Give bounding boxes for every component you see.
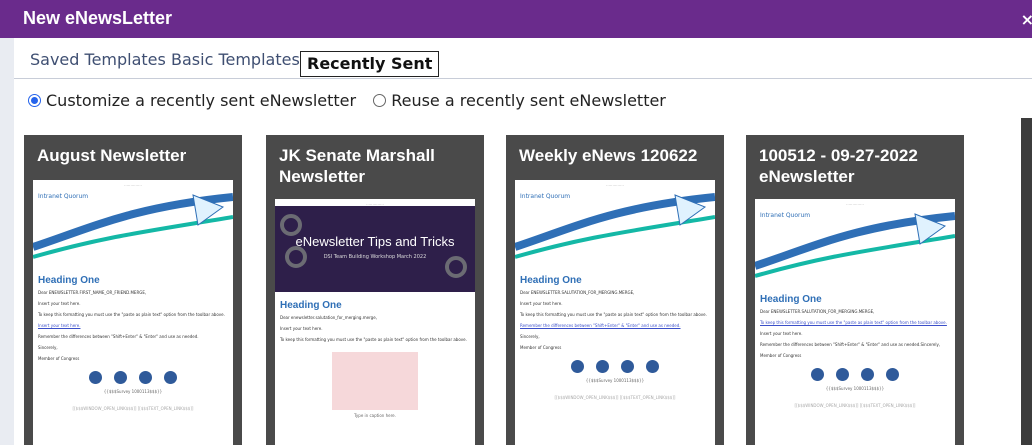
preview-line: Remember the differences between "Shift+… [38, 334, 199, 339]
tips-banner: eNewsletter Tips and Tricks DSI Team Bui… [275, 206, 475, 292]
newsletter-card[interactable]: JK Senate Marshall Newsletter ..........… [266, 135, 484, 445]
preview-link: To keep this formatting you must use the… [760, 320, 947, 325]
survey-token: {{$$$Survey 1000113$$$}} [585, 378, 645, 383]
newsletter-preview: .............. Intranet Quorum Heading O… [755, 199, 955, 445]
newsletter-preview: .............. Intranet Quorum Heading O… [515, 180, 715, 445]
preview-line: To keep this formatting you must use the… [38, 312, 225, 317]
preview-line: Sincerely, [520, 334, 540, 339]
preview-link: Insert your text here. [38, 323, 81, 328]
newsletter-preview: .............. Intranet Quorum Heading O… [33, 180, 233, 445]
preview-line: To keep this formatting you must use the… [280, 337, 467, 342]
preview-line: Insert your text here. [520, 301, 563, 306]
gear-icon [280, 214, 302, 236]
mode-options: Customize a recently sent eNewsletter Re… [28, 91, 678, 115]
youtube-icon [164, 371, 177, 384]
newsletter-card[interactable]: August Newsletter .............. Intrane… [24, 135, 242, 445]
social-icons [33, 371, 233, 384]
instagram-icon [139, 371, 152, 384]
card-title: JK Senate Marshall Newsletter [279, 146, 435, 186]
preview-link: Remember the differences between "Shift+… [520, 323, 681, 328]
reuse-option[interactable]: Reuse a recently sent eNewsletter [373, 91, 666, 110]
facebook-icon [89, 371, 102, 384]
preview-line: To keep this formatting you must use the… [520, 312, 707, 317]
intranet-quorum-banner: Intranet Quorum [755, 206, 955, 286]
preview-line: Dear ENEWSLETTER.FIRST_NAME_OR_FRIEND.ME… [38, 290, 147, 295]
link-tokens: [[$$$WINDOW_OPEN_LINK$$$]] [[$$$TEXT_OPE… [794, 403, 916, 408]
card-title: Weekly eNews 120622 [519, 146, 698, 165]
preview-heading: Heading One [38, 275, 100, 286]
tab-recently-sent[interactable]: Recently Sent [300, 51, 440, 77]
preview-line: Dear ENEWSLETTER.SALUTATION_FOR_MERGING.… [520, 290, 635, 295]
preview-line: Insert your text here. [38, 301, 81, 306]
youtube-icon [646, 360, 659, 373]
twitter-icon [114, 371, 127, 384]
twitter-icon [596, 360, 609, 373]
link-tokens: [[$$$WINDOW_OPEN_LINK$$$]] [[$$$TEXT_OPE… [72, 406, 194, 411]
banner-tag: Intranet Quorum [520, 193, 571, 200]
facebook-icon [571, 360, 584, 373]
instagram-icon [621, 360, 634, 373]
preview-heading: Heading One [760, 294, 822, 305]
preview-heading: Heading One [280, 300, 342, 311]
intranet-quorum-banner: Intranet Quorum [33, 187, 233, 267]
tips-title: eNewsletter Tips and Tricks [295, 234, 455, 249]
tab-bar: Saved Templates Basic Templates Recently… [14, 38, 1032, 79]
banner-tag: Intranet Quorum [38, 193, 89, 200]
photo-caption: Type in caption here. [354, 413, 396, 418]
social-icons [515, 360, 715, 373]
customize-label[interactable]: Customize a recently sent eNewsletter [46, 91, 356, 110]
youtube-icon [886, 368, 899, 381]
preview-line: Sincerely, [38, 345, 58, 350]
radio-unselected-icon[interactable] [373, 94, 387, 107]
preview-line: Member of Congress [760, 353, 802, 358]
preview-line: Dear enewsletter.salutation_for_merging.… [280, 315, 377, 320]
banner-tag: Intranet Quorum [760, 212, 811, 219]
scrollbar[interactable] [1021, 118, 1032, 445]
group-photo [332, 352, 418, 410]
survey-token: {{$$$Survey 1000113$$$}} [103, 389, 163, 394]
preview-line: Member of Congress [520, 345, 562, 350]
newsletter-preview: .............. eNewsletter Tips and Tric… [275, 199, 475, 445]
preview-line: Insert your text here. [760, 331, 803, 336]
dialog-body: Saved Templates Basic Templates Recently… [14, 38, 1032, 445]
social-icons [755, 368, 955, 381]
card-title: August Newsletter [37, 146, 187, 165]
newsletter-card[interactable]: Weekly eNews 120622 .............. Intra… [506, 135, 724, 445]
dialog-title: New eNewsLetter [23, 8, 173, 28]
card-title: 100512 - 09-27-2022 eNewsletter [759, 146, 918, 186]
tab-saved-templates[interactable]: Saved Templates [30, 50, 166, 69]
radio-selected-icon[interactable] [28, 94, 41, 107]
twitter-icon [836, 368, 849, 381]
instagram-icon [861, 368, 874, 381]
tab-basic-templates[interactable]: Basic Templates [171, 50, 300, 69]
preview-heading: Heading One [520, 275, 582, 286]
reuse-label[interactable]: Reuse a recently sent eNewsletter [391, 91, 666, 110]
link-tokens: [[$$$WINDOW_OPEN_LINK$$$]] [[$$$TEXT_OPE… [554, 395, 676, 400]
preview-line: Member of Congress [38, 356, 80, 361]
intranet-quorum-banner: Intranet Quorum [515, 187, 715, 267]
tips-subtitle: DSI Team Building Workshop March 2022 [323, 254, 427, 260]
survey-token: {{$$$Survey 1000113$$$}} [825, 386, 885, 391]
close-icon[interactable]: × [1021, 10, 1032, 29]
preview-line: Dear ENEWSLETTER.SALUTATION_FOR_MERGING.… [760, 309, 875, 314]
customize-option[interactable]: Customize a recently sent eNewsletter [28, 91, 356, 110]
preview-line: Remember the differences between "Shift+… [760, 342, 941, 347]
facebook-icon [811, 368, 824, 381]
dialog-titlebar: New eNewsLetter × [0, 0, 1032, 38]
preview-line: Insert your text here. [280, 326, 323, 331]
newsletter-card[interactable]: 100512 - 09-27-2022 eNewsletter ........… [746, 135, 964, 445]
